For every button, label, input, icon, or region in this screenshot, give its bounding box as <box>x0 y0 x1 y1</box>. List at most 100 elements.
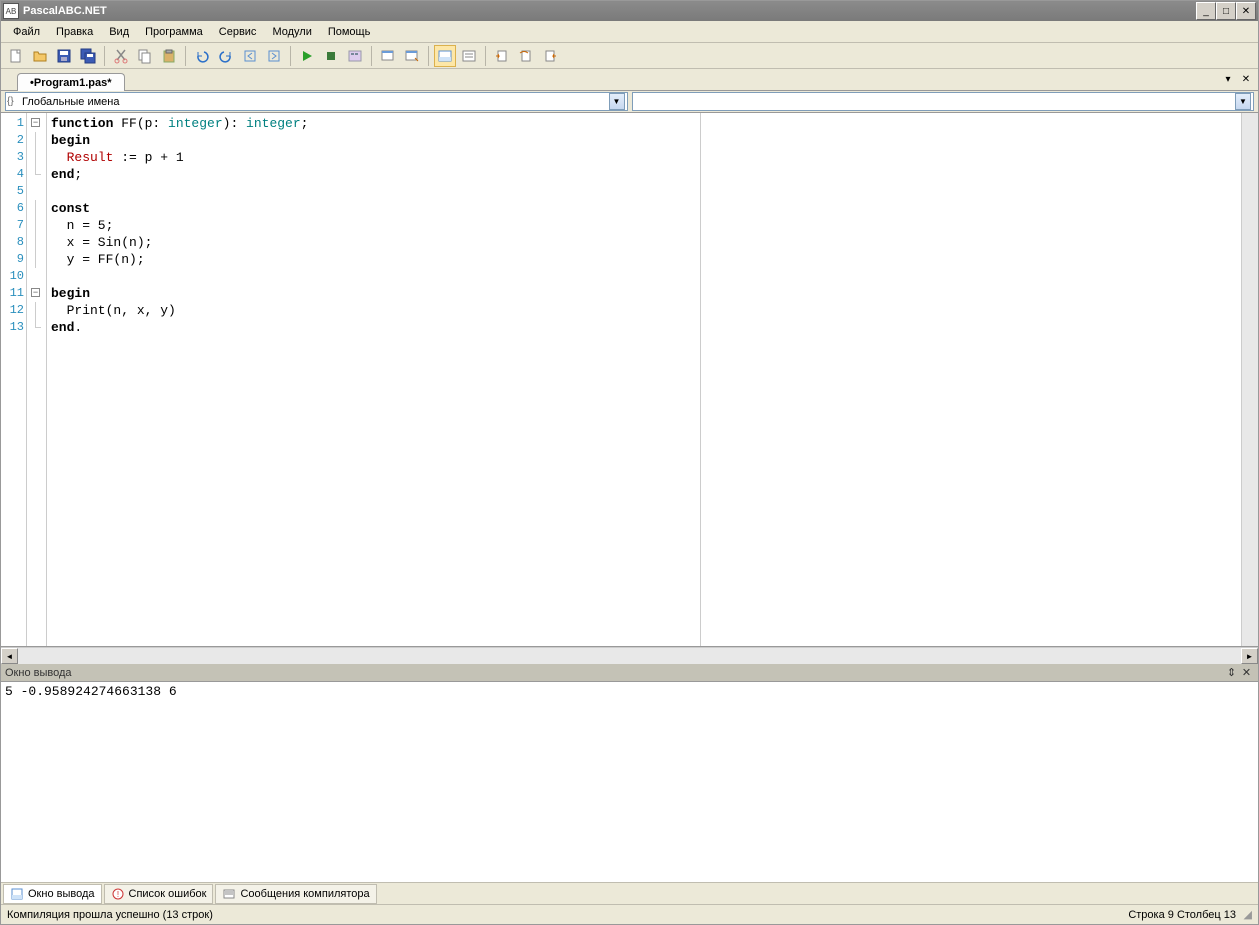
fold-line <box>27 302 46 319</box>
step-over-button[interactable] <box>515 45 537 67</box>
save-button[interactable] <box>53 45 75 67</box>
toolbar-sep-3 <box>290 46 291 66</box>
line-number: 3 <box>1 149 24 166</box>
fold-line <box>27 234 46 251</box>
menu-view[interactable]: Вид <box>101 24 137 40</box>
save-all-button[interactable] <box>77 45 99 67</box>
toolbar <box>1 43 1258 69</box>
right-blank-pane <box>701 113 1241 646</box>
code-line[interactable]: end. <box>51 319 696 336</box>
undo-button[interactable] <box>191 45 213 67</box>
fold-line <box>27 149 46 166</box>
pin-icon[interactable]: ⇕ <box>1224 666 1239 679</box>
code-line[interactable]: end; <box>51 166 696 183</box>
code-line[interactable]: x = Sin(n); <box>51 234 696 251</box>
menu-service[interactable]: Сервис <box>211 24 265 40</box>
form-designer-button[interactable] <box>401 45 423 67</box>
fold-toggle[interactable]: − <box>27 115 46 132</box>
redo-button[interactable] <box>215 45 237 67</box>
scope-combo[interactable]: {} Глобальные имена ▼ <box>5 92 628 111</box>
horizontal-scrollbar[interactable]: ◄ ► <box>1 647 1258 664</box>
output-body[interactable]: 5 -0.958924274663138 6 <box>1 682 1258 882</box>
menubar: Файл Правка Вид Программа Сервис Модули … <box>1 21 1258 43</box>
line-number: 11 <box>1 285 24 302</box>
menu-file[interactable]: Файл <box>5 24 48 40</box>
output-title: Окно вывода <box>5 667 72 679</box>
line-number: 6 <box>1 200 24 217</box>
code-line[interactable]: n = 5; <box>51 217 696 234</box>
code-line[interactable]: function FF(p: integer): integer; <box>51 115 696 132</box>
toolbar-sep-6 <box>485 46 486 66</box>
close-button[interactable]: ✕ <box>1236 2 1256 20</box>
status-position: Строка 9 Столбец 13 <box>1128 909 1236 921</box>
code-line[interactable]: y = FF(n); <box>51 251 696 268</box>
nav-back-button[interactable] <box>239 45 261 67</box>
open-file-button[interactable] <box>29 45 51 67</box>
line-number: 9 <box>1 251 24 268</box>
resize-grip-icon[interactable]: ◢ <box>1236 908 1252 921</box>
code-line[interactable]: Result := p + 1 <box>51 149 696 166</box>
bottom-tab-errors[interactable]: ! Список ошибок <box>104 884 214 904</box>
code-line[interactable] <box>51 268 696 285</box>
output-panel-button[interactable] <box>434 45 456 67</box>
run-button[interactable] <box>296 45 318 67</box>
window-title: PascalABC.NET <box>23 5 1196 17</box>
hscroll-left-icon[interactable]: ◄ <box>1 648 18 664</box>
line-number: 13 <box>1 319 24 336</box>
compile-button[interactable] <box>344 45 366 67</box>
menu-program[interactable]: Программа <box>137 24 211 40</box>
bottom-tab-compiler-label: Сообщения компилятора <box>240 888 369 900</box>
bottom-tab-compiler[interactable]: Сообщения компилятора <box>215 884 376 904</box>
compiler-output-button[interactable] <box>458 45 480 67</box>
stop-button[interactable] <box>320 45 342 67</box>
tab-program1[interactable]: •Program1.pas* <box>17 73 125 91</box>
new-form-button[interactable] <box>377 45 399 67</box>
titlebar: AB PascalABC.NET _ □ ✕ <box>1 1 1258 21</box>
code-line[interactable]: begin <box>51 285 696 302</box>
compiler-icon <box>222 887 236 901</box>
bottom-tabs: Окно вывода ! Список ошибок Сообщения ко… <box>1 882 1258 904</box>
nav-fwd-button[interactable] <box>263 45 285 67</box>
member-combo[interactable]: ▼ <box>632 92 1255 111</box>
line-number: 4 <box>1 166 24 183</box>
step-out-button[interactable] <box>539 45 561 67</box>
bottom-tab-output[interactable]: Окно вывода <box>3 884 102 904</box>
copy-button[interactable] <box>134 45 156 67</box>
menu-modules[interactable]: Модули <box>264 24 319 40</box>
menu-edit[interactable]: Правка <box>48 24 101 40</box>
code-line[interactable]: Print(n, x, y) <box>51 302 696 319</box>
scope-combo-text: Глобальные имена <box>8 96 609 108</box>
code-line[interactable]: begin <box>51 132 696 149</box>
line-gutter: 12345678910111213 <box>1 113 27 646</box>
new-file-button[interactable] <box>5 45 27 67</box>
fold-toggle[interactable]: − <box>27 285 46 302</box>
output-text: 5 -0.958924274663138 6 <box>5 684 177 699</box>
minimize-button[interactable]: _ <box>1196 2 1216 20</box>
paste-button[interactable] <box>158 45 180 67</box>
output-icon <box>10 887 24 901</box>
maximize-button[interactable]: □ <box>1216 2 1236 20</box>
window-buttons: _ □ ✕ <box>1196 2 1256 20</box>
toolbar-sep-5 <box>428 46 429 66</box>
code-area[interactable]: function FF(p: integer): integer;begin R… <box>47 113 701 646</box>
app-icon: AB <box>3 3 19 19</box>
member-combo-arrow[interactable]: ▼ <box>1235 93 1251 110</box>
cut-button[interactable] <box>110 45 132 67</box>
vertical-scrollbar[interactable] <box>1241 113 1258 646</box>
hscroll-right-icon[interactable]: ► <box>1241 648 1258 664</box>
code-line[interactable] <box>51 183 696 200</box>
braces-icon: {} <box>7 96 14 107</box>
line-number: 2 <box>1 132 24 149</box>
tab-close-icon[interactable]: ✕ <box>1238 71 1254 87</box>
tab-menu-icon[interactable]: ▾ <box>1220 71 1236 87</box>
status-left: Компиляция прошла успешно (13 строк) <box>7 909 213 921</box>
fold-column: −− <box>27 113 47 646</box>
output-close-icon[interactable]: ✕ <box>1239 666 1254 679</box>
menu-help[interactable]: Помощь <box>320 24 379 40</box>
toolbar-sep-1 <box>104 46 105 66</box>
editor: 12345678910111213 −− function FF(p: inte… <box>1 113 1258 647</box>
svg-text:!: ! <box>116 890 118 899</box>
step-into-button[interactable] <box>491 45 513 67</box>
scope-combo-arrow[interactable]: ▼ <box>609 93 625 110</box>
code-line[interactable]: const <box>51 200 696 217</box>
